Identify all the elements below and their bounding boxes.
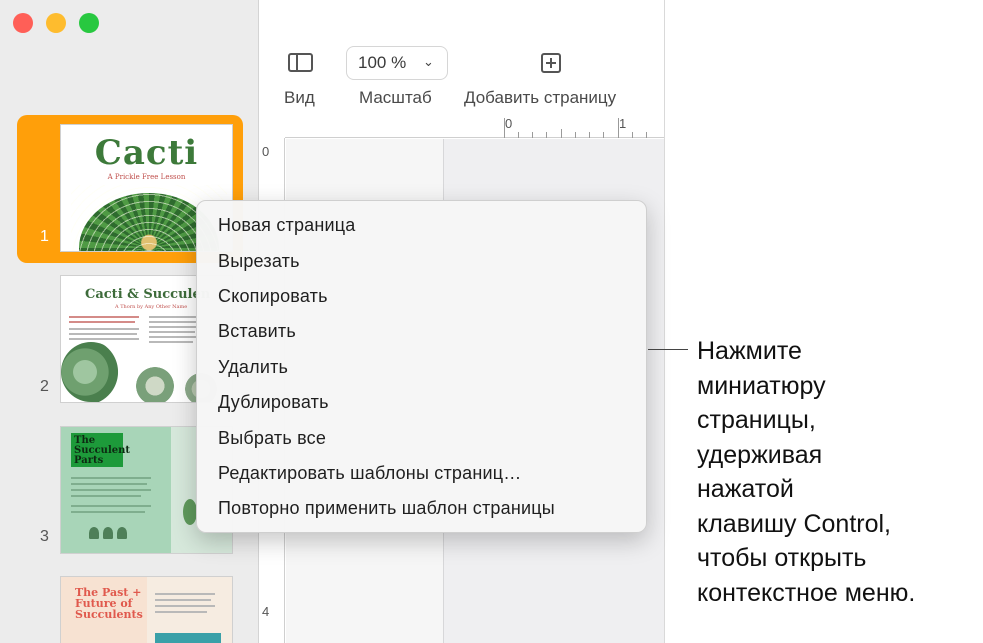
- ruler-tick: [603, 132, 604, 138]
- thumbnail-subtitle: A Prickle Free Lesson: [107, 173, 186, 181]
- text-line: [69, 328, 139, 330]
- chevron-down-icon: ⌄: [423, 54, 434, 69]
- thumbnail-title: The Past + Future of Succulents: [75, 586, 143, 621]
- leaf-image: [183, 499, 197, 525]
- maximize-window-button[interactable]: [79, 13, 99, 33]
- text-line: [149, 326, 199, 328]
- ruler-tick: [504, 118, 505, 138]
- thumbnail-title: Cacti & Succulen: [85, 287, 211, 302]
- text-line: [149, 331, 195, 333]
- text-line: [149, 336, 199, 338]
- thumbnail-title: Cacti: [94, 133, 199, 173]
- ruler-tick: [561, 129, 562, 138]
- thumbnail-number-3: 3: [40, 528, 49, 545]
- menu-item-reapply-page-template[interactable]: Повторно применить шаблон страницы: [218, 498, 555, 519]
- menu-item-duplicate[interactable]: Дублировать: [218, 392, 329, 413]
- ruler-tick: [589, 132, 590, 138]
- add-page-label: Добавить страницу: [464, 88, 617, 107]
- text-line: [155, 605, 215, 607]
- ruler-tick: [546, 132, 547, 138]
- text-line: [71, 483, 147, 485]
- text-line: [69, 321, 135, 323]
- page-thumbnail-4[interactable]: The Past + Future of Succulents: [61, 577, 232, 643]
- view-label: Вид: [284, 88, 315, 107]
- menu-item-edit-page-templates[interactable]: Редактировать шаблоны страниц…: [218, 463, 521, 484]
- text-line: [155, 593, 215, 595]
- text-line: [155, 611, 207, 613]
- menu-item-new-page[interactable]: Новая страница: [218, 215, 356, 236]
- zoom-label: Масштаб: [359, 88, 432, 107]
- text-line: [71, 489, 151, 491]
- text-line: [69, 338, 139, 340]
- menu-item-delete[interactable]: Удалить: [218, 357, 288, 378]
- add-page-icon[interactable]: [541, 53, 561, 73]
- ruler-tick: [632, 132, 633, 138]
- callout-line-5: нажатой: [697, 475, 794, 503]
- ruler-tick: [518, 132, 519, 138]
- callout-text: Нажмите миниатюру страницы, удерживая на…: [697, 334, 977, 610]
- menu-item-copy[interactable]: Скопировать: [218, 286, 328, 307]
- callout-line-6: клавишу Control,: [697, 509, 891, 538]
- callout-line-1: Нажмите: [697, 337, 802, 365]
- thumbnail-number-1: 1: [40, 228, 49, 245]
- minimize-window-button[interactable]: [46, 13, 66, 33]
- ruler-mark: 0: [505, 116, 513, 131]
- text-line: [71, 505, 151, 507]
- succulent-image: [131, 366, 179, 402]
- callout-line-7: чтобы открыть: [697, 544, 867, 572]
- text-line: [155, 599, 211, 601]
- zoom-popup-button[interactable]: 100 % ⌄: [346, 46, 448, 80]
- thumbnail-title: The Succulent Parts: [71, 433, 130, 467]
- close-window-button[interactable]: [13, 13, 33, 33]
- horizontal-ruler: 0 1: [285, 116, 664, 138]
- text-line: [69, 333, 137, 335]
- thumbnail-subtitle: A Thorn by Any Other Name: [115, 304, 188, 310]
- callout-line-2: миниатюру: [697, 371, 826, 400]
- callout-line-4: удерживая: [697, 440, 823, 469]
- zoom-value: 100 %: [358, 53, 407, 72]
- ruler-tick: [575, 132, 576, 138]
- text-line: [149, 321, 197, 323]
- cactus-icon: [103, 527, 113, 539]
- succulent-image: [61, 342, 121, 402]
- text-line: [149, 316, 199, 318]
- text-line: [69, 316, 139, 318]
- callout-line-3: страницы,: [697, 406, 816, 434]
- text-line: [71, 495, 141, 497]
- menu-item-cut[interactable]: Вырезать: [218, 251, 300, 272]
- ruler-mark: 0: [262, 144, 270, 159]
- text-line: [71, 477, 151, 479]
- ruler-tick: [646, 132, 647, 138]
- callout-leader-line: [648, 349, 688, 350]
- ruler-tick: [618, 118, 619, 138]
- cactus-icon: [117, 527, 127, 539]
- text-line: [71, 511, 145, 513]
- text-line: [149, 341, 193, 343]
- ruler-mark: 4: [262, 604, 270, 619]
- callout-line-8: контекстное меню.: [697, 578, 916, 607]
- ruler-mark: 1: [619, 116, 627, 131]
- sidebar-view-icon[interactable]: [288, 53, 313, 72]
- menu-item-select-all[interactable]: Выбрать все: [218, 428, 326, 449]
- context-menu: Новая страница Вырезать Скопировать Вста…: [196, 200, 647, 533]
- cactus-icon: [89, 527, 99, 539]
- thumbnail-number-2: 2: [40, 378, 49, 395]
- page-image: [155, 633, 221, 643]
- ruler-tick: [532, 132, 533, 138]
- menu-item-paste[interactable]: Вставить: [218, 321, 296, 342]
